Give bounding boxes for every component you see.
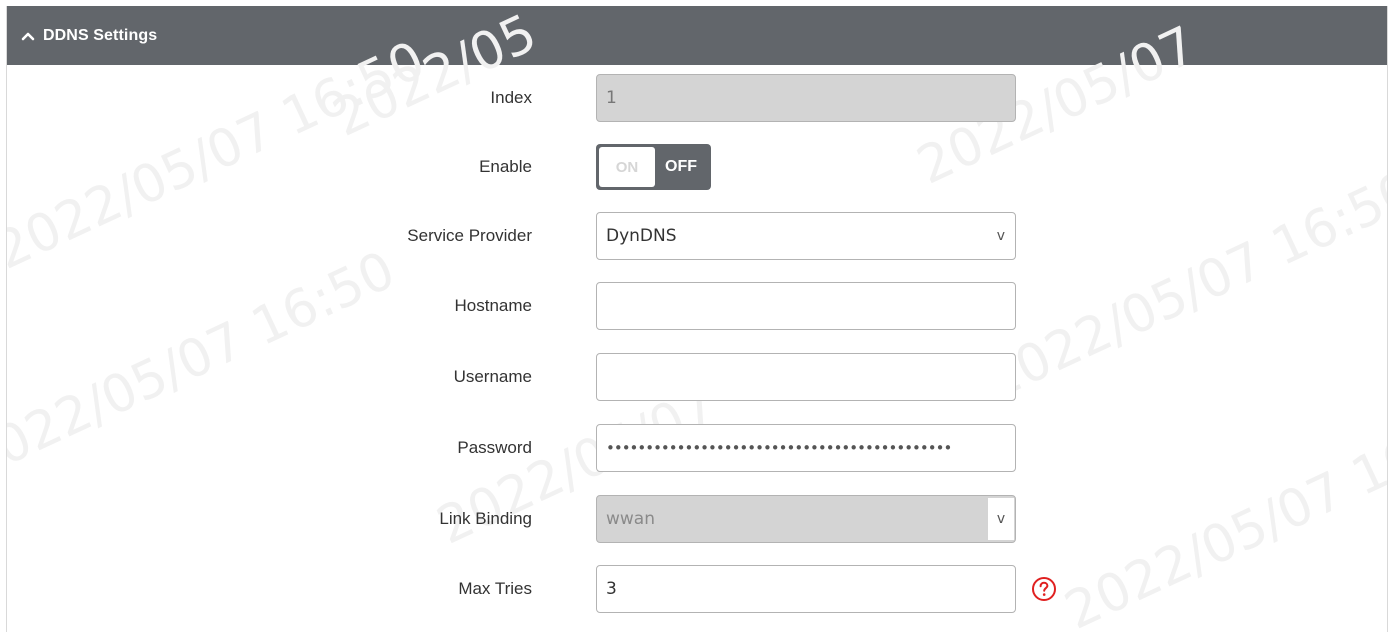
link-binding-label: Link Binding [439,509,532,528]
chevron-up-icon [19,27,37,45]
service-provider-value: DynDNS [606,226,677,246]
hostname-label: Hostname [454,296,532,315]
ddns-settings-panel: DDNS Settings 2022/05/07 16:50 2022/05 2… [6,6,1388,632]
link-binding-row: Link Binding wwan v [7,495,1387,543]
panel-header[interactable]: DDNS Settings [7,6,1387,65]
hostname-input[interactable] [596,282,1016,330]
password-input[interactable]: ••••••••••••••••••••••••••••••••••••••••… [596,424,1016,472]
hostname-row: Hostname [7,282,1387,330]
password-label: Password [457,438,532,457]
chevron-down-icon: v [988,498,1014,540]
panel-title: DDNS Settings [43,26,158,44]
max-tries-input[interactable]: 3 [596,565,1016,613]
enable-toggle[interactable]: ON OFF [596,144,711,190]
index-field: 1 [596,74,1016,122]
link-binding-select: wwan v [596,495,1016,543]
max-tries-label: Max Tries [458,579,532,598]
max-tries-value: 3 [606,579,617,599]
index-row: Index 1 [7,74,1387,122]
index-value: 1 [606,88,617,108]
enable-row: Enable ON OFF [7,143,1387,191]
link-binding-value: wwan [606,509,655,529]
enable-label: Enable [479,157,532,176]
username-input[interactable] [596,353,1016,401]
chevron-down-icon: v [996,228,1005,244]
toggle-on-label: ON [599,147,655,187]
password-row: Password •••••••••••••••••••••••••••••••… [7,424,1387,472]
password-masked-value: ••••••••••••••••••••••••••••••••••••••••… [606,439,952,457]
question-circle-icon[interactable] [1031,576,1057,602]
username-row: Username [7,353,1387,401]
index-label: Index [490,88,532,107]
username-label: Username [453,367,532,386]
service-provider-label: Service Provider [407,226,532,245]
max-tries-row: Max Tries 3 [7,565,1387,613]
service-provider-select[interactable]: DynDNS v [596,212,1016,260]
toggle-off-label: OFF [665,158,697,175]
service-provider-row: Service Provider DynDNS v [7,212,1387,260]
